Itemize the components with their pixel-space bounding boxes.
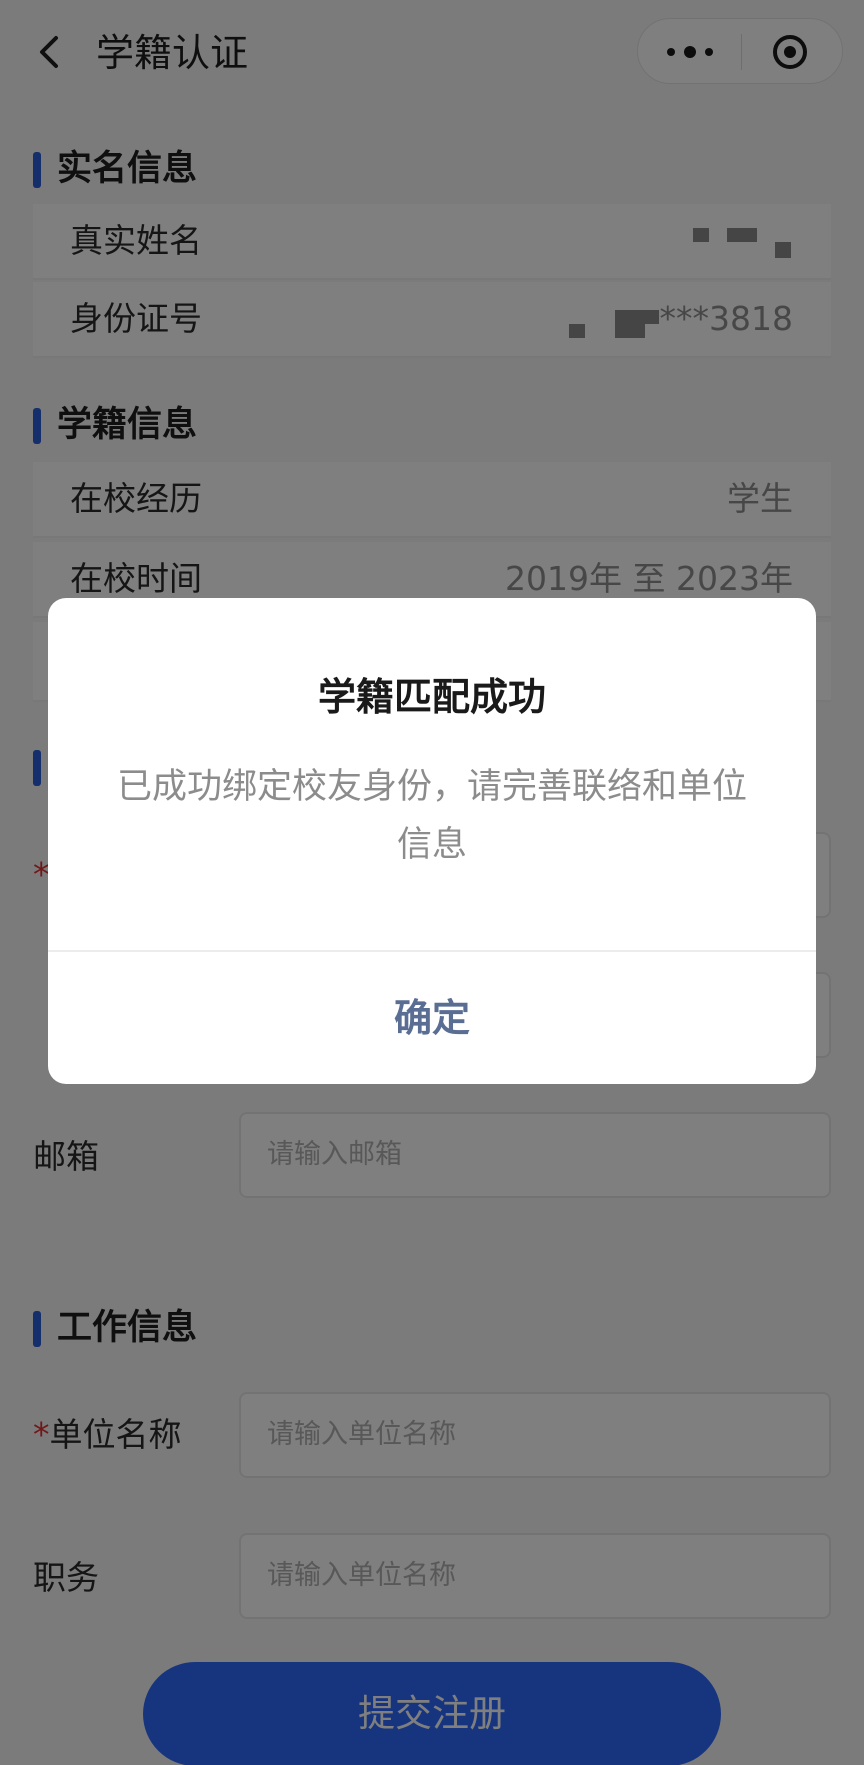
success-dialog: 学籍匹配成功 已成功绑定校友身份，请完善联络和单位信息 确定 [48, 598, 816, 1084]
dialog-message: 已成功绑定校友身份，请完善联络和单位信息 [116, 767, 747, 865]
confirm-button[interactable]: 确定 [48, 952, 816, 1084]
page: 学籍认证 实名信息 真实姓名 身份证号 ***3818 [0, 0, 864, 1765]
dialog-title: 学籍匹配成功 [317, 675, 546, 719]
